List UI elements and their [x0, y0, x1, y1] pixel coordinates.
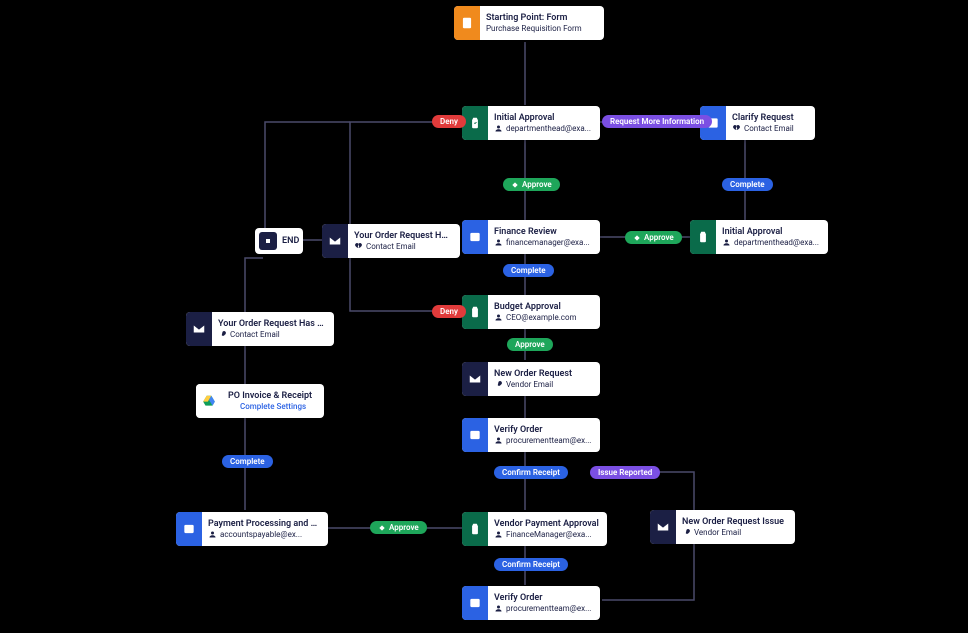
tag-icon [633, 234, 641, 242]
node-payment-processing[interactable]: Payment Processing and Co... accountspay… [176, 512, 328, 546]
email-icon [650, 510, 676, 544]
link-icon [354, 242, 363, 251]
node-initial-approval-2[interactable]: Initial Approval departmenthead@exa... [690, 220, 828, 254]
node-title: New Order Request [494, 369, 572, 379]
tag-icon [511, 181, 519, 189]
node-subtitle: financemanager@exa... [494, 238, 590, 247]
user-icon [208, 530, 217, 539]
node-end[interactable]: END [255, 228, 303, 254]
node-initial-approval[interactable]: Initial Approval departmenthead@exa... [462, 106, 600, 140]
node-subtitle: Contact Email [218, 330, 326, 339]
node-subtitle: procurementteam@ex... [494, 604, 591, 613]
pill-approve-4[interactable]: Approve [370, 521, 427, 534]
pill-complete-3[interactable]: Complete [222, 455, 273, 468]
node-po-invoice[interactable]: PO Invoice & Receipt Complete Settings [196, 384, 324, 418]
pill-complete-1[interactable]: Complete [722, 178, 773, 191]
node-title: PO Invoice & Receipt [228, 391, 312, 401]
user-icon [494, 436, 503, 445]
workflow-canvas[interactable]: Starting Point: Form Purchase Requisitio… [0, 0, 968, 633]
user-icon [722, 238, 731, 247]
link-icon [494, 380, 503, 389]
node-title: Clarify Request [732, 113, 794, 123]
node-title: Initial Approval [494, 113, 591, 123]
node-title: Verify Order [494, 425, 591, 435]
node-clarify-request[interactable]: Clarify Request Contact Email [700, 106, 815, 140]
plus-icon [228, 402, 237, 411]
user-icon [494, 604, 503, 613]
node-title: Starting Point: Form [486, 13, 582, 23]
user-icon [494, 313, 503, 322]
node-title: Your Order Request Has Bee... [354, 231, 452, 241]
email-icon [186, 312, 212, 346]
node-title: Vendor Payment Approval [494, 519, 599, 529]
node-subtitle: departmenthead@exa... [494, 124, 591, 133]
node-title: New Order Request Issue [682, 517, 784, 527]
node-title: Finance Review [494, 227, 590, 237]
review-icon [462, 220, 488, 254]
link-icon [682, 528, 691, 537]
complete-settings-link[interactable]: Complete Settings [228, 402, 312, 411]
pill-approve-2[interactable]: Approve [625, 231, 682, 244]
tag-icon [378, 524, 386, 532]
email-icon [462, 362, 488, 396]
end-label: END [282, 236, 299, 246]
node-subtitle: FinanceManager@exa... [494, 530, 599, 539]
node-subtitle: Contact Email [732, 124, 794, 133]
node-subtitle: Contact Email [354, 242, 452, 251]
approval-icon [690, 220, 716, 254]
link-icon [218, 330, 227, 339]
node-new-order-request[interactable]: New Order Request Vendor Email [462, 362, 600, 396]
node-subtitle: accountspayable@ex... [208, 530, 320, 539]
pill-deny-2[interactable]: Deny [432, 305, 466, 318]
task-icon [462, 418, 488, 452]
node-start-form[interactable]: Starting Point: Form Purchase Requisitio… [454, 6, 604, 40]
stop-icon [259, 232, 277, 250]
approval-icon [462, 106, 488, 140]
node-title: Your Order Request Has Bee... [218, 319, 326, 329]
node-order-request-email[interactable]: Your Order Request Has Bee... Contact Em… [322, 224, 460, 258]
node-subtitle: procurementteam@ex... [494, 436, 591, 445]
task-icon [176, 512, 202, 546]
node-subtitle: Vendor Email [682, 528, 784, 537]
pill-confirm-receipt-2[interactable]: Confirm Receipt [494, 558, 568, 571]
node-order-issue[interactable]: New Order Request Issue Vendor Email [650, 510, 795, 544]
node-budget-approval[interactable]: Budget Approval CEO@example.com [462, 295, 600, 329]
pill-request-info[interactable]: Request More Information [602, 115, 712, 128]
form-icon [454, 6, 480, 40]
user-icon [494, 124, 503, 133]
approval-icon [462, 512, 488, 546]
pill-issue-reported[interactable]: Issue Reported [590, 466, 660, 479]
node-title: Verify Order [494, 593, 591, 603]
link-icon [732, 124, 741, 133]
node-verify-order-2[interactable]: Verify Order procurementteam@ex... [462, 586, 600, 620]
pill-confirm-receipt-1[interactable]: Confirm Receipt [494, 466, 568, 479]
node-subtitle: Vendor Email [494, 380, 572, 389]
task-icon [462, 586, 488, 620]
node-subtitle: CEO@example.com [494, 313, 577, 322]
user-icon [494, 238, 503, 247]
email-icon [322, 224, 348, 258]
node-title: Initial Approval [722, 227, 819, 237]
pill-approve-3[interactable]: Approve [507, 338, 553, 351]
node-finance-review[interactable]: Finance Review financemanager@exa... [462, 220, 600, 254]
node-subtitle: departmenthead@exa... [722, 238, 819, 247]
pill-deny-1[interactable]: Deny [432, 115, 466, 128]
drive-icon [196, 384, 222, 418]
node-subtitle: Purchase Requisition Form [486, 24, 582, 33]
node-order-request-sent[interactable]: Your Order Request Has Bee... Contact Em… [186, 312, 334, 346]
node-verify-order[interactable]: Verify Order procurementteam@ex... [462, 418, 600, 452]
node-title: Payment Processing and Co... [208, 519, 320, 529]
node-title: Budget Approval [494, 302, 577, 312]
user-icon [494, 530, 503, 539]
node-vendor-payment-approval[interactable]: Vendor Payment Approval FinanceManager@e… [462, 512, 607, 546]
pill-approve-1[interactable]: Approve [503, 178, 560, 191]
pill-complete-2[interactable]: Complete [503, 264, 554, 277]
